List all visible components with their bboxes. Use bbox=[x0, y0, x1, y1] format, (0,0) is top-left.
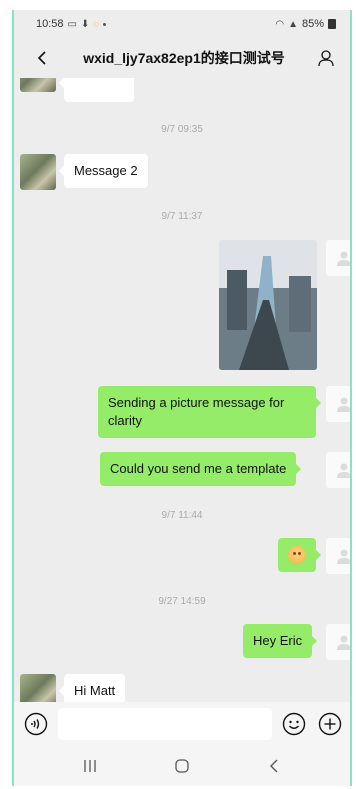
recents-button[interactable] bbox=[70, 752, 110, 780]
profile-button[interactable] bbox=[314, 46, 338, 70]
more-options-button[interactable] bbox=[316, 710, 344, 738]
person-icon bbox=[318, 50, 334, 67]
timestamp: 9/7 11:44 bbox=[161, 510, 203, 521]
battery-percent: 85% bbox=[301, 18, 324, 30]
timestamp: 9/7 11:37 bbox=[161, 211, 203, 222]
contact-avatar[interactable] bbox=[20, 78, 56, 92]
download-notification-icon: ⬇ bbox=[80, 18, 90, 30]
person-placeholder-icon bbox=[337, 397, 350, 412]
voice-button[interactable] bbox=[22, 710, 50, 738]
back-icon bbox=[270, 759, 278, 773]
self-avatar[interactable] bbox=[326, 624, 350, 660]
chevron-left-icon bbox=[37, 51, 46, 65]
person-placeholder-icon bbox=[337, 251, 350, 266]
input-bar bbox=[14, 702, 350, 746]
image-message[interactable] bbox=[219, 240, 317, 370]
system-navigation-bar bbox=[14, 746, 350, 786]
chat-title: wxid_ljy7ax82ep1的接口测试号 bbox=[83, 50, 285, 66]
message-notification-icon: ▭ bbox=[67, 18, 77, 30]
back-button[interactable] bbox=[30, 46, 54, 70]
timestamp: 9/27 14:59 bbox=[158, 596, 206, 607]
chat-header: wxid_ljy7ax82ep1的接口测试号 bbox=[14, 38, 350, 78]
self-avatar[interactable] bbox=[326, 240, 350, 276]
person-placeholder-icon bbox=[337, 635, 350, 650]
self-avatar[interactable] bbox=[326, 452, 350, 488]
plus-icon bbox=[318, 712, 342, 736]
message-bubble[interactable]: Could you send me a template bbox=[100, 452, 302, 486]
sync-notification-icon: ◌ bbox=[93, 18, 100, 30]
message-bubble[interactable]: Hi Matt bbox=[58, 674, 126, 702]
message-bubble[interactable]: Sending a picture message for clarity bbox=[98, 386, 321, 438]
smiley-icon bbox=[282, 712, 306, 736]
nav-back-button[interactable] bbox=[254, 752, 294, 780]
self-avatar[interactable] bbox=[326, 386, 350, 422]
person-placeholder-icon bbox=[337, 463, 350, 478]
emoji-message[interactable] bbox=[278, 538, 321, 572]
self-avatar[interactable] bbox=[326, 538, 350, 574]
emoji-button[interactable] bbox=[280, 710, 308, 738]
signal-icon: ▲ bbox=[288, 18, 298, 30]
timestamp: 9/7 09:35 bbox=[161, 124, 203, 135]
message-bubble-partial[interactable] bbox=[59, 78, 134, 102]
status-time: 10:58 bbox=[36, 18, 64, 30]
wifi-icon: ◠ bbox=[275, 18, 285, 30]
home-icon bbox=[175, 759, 189, 773]
chat-area[interactable]: 9/7 09:35 Message 2 9/7 11:37 Sending a … bbox=[14, 78, 350, 702]
photo-content bbox=[219, 240, 317, 370]
home-button[interactable] bbox=[162, 752, 202, 780]
message-input[interactable] bbox=[58, 708, 272, 740]
more-notifications-icon bbox=[103, 22, 107, 26]
contact-avatar[interactable] bbox=[20, 674, 56, 702]
person-placeholder-icon bbox=[337, 549, 350, 564]
smiley-emoji-icon bbox=[288, 546, 306, 564]
recents-icon bbox=[84, 760, 96, 772]
message-bubble[interactable]: Message 2 bbox=[59, 154, 148, 188]
status-bar: 10:58 ▭ ⬇ ◌ ◠ ▲ 85% bbox=[14, 10, 350, 38]
voice-icon bbox=[24, 712, 48, 736]
phone-screen: 10:58 ▭ ⬇ ◌ ◠ ▲ 85% wxid_ljy7ax82ep1的接口测… bbox=[12, 10, 352, 786]
contact-avatar[interactable] bbox=[20, 154, 56, 190]
battery-icon bbox=[328, 19, 336, 29]
message-bubble[interactable]: Hey Eric bbox=[243, 624, 318, 658]
